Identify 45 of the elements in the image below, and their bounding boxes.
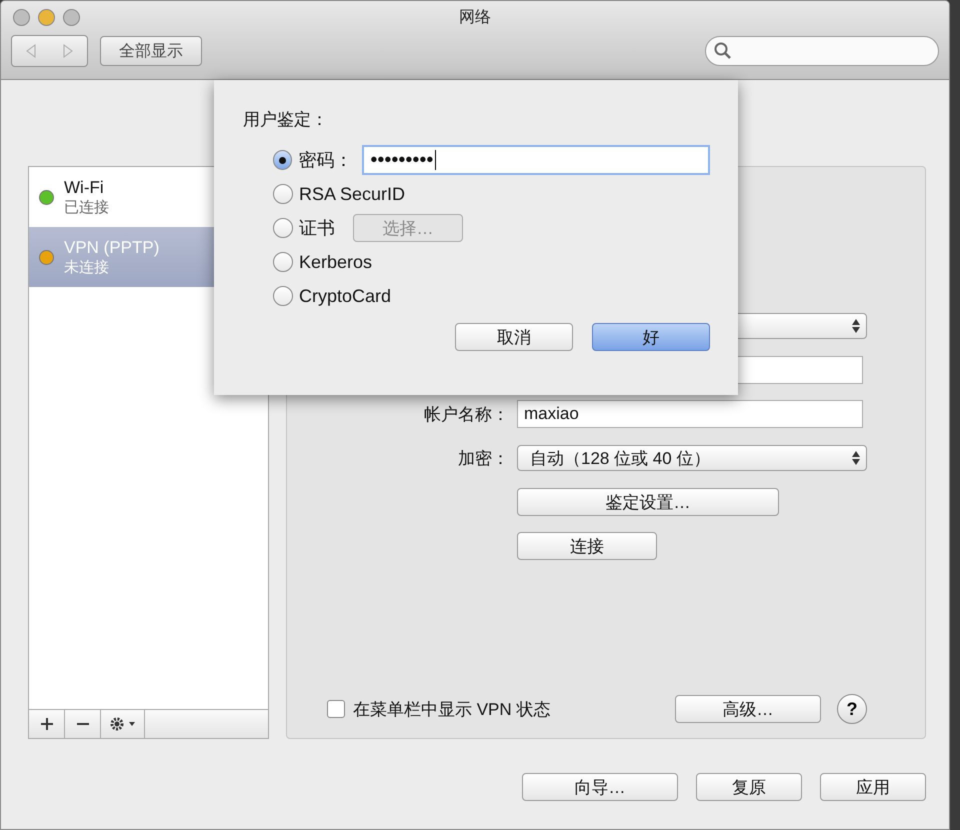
option-label: CryptoCard (299, 286, 392, 306)
up-down-arrows-icon (852, 451, 860, 465)
back-forward-control[interactable] (11, 35, 88, 67)
service-name: Wi-Fi (64, 178, 105, 198)
back-icon[interactable] (26, 44, 36, 58)
radio-button[interactable] (273, 218, 293, 238)
footer-button[interactable]: 应用 (820, 773, 926, 801)
cancel-button[interactable]: 取消 (455, 323, 573, 351)
checkbox[interactable] (327, 700, 345, 718)
forward-icon[interactable] (63, 44, 74, 58)
radio-button[interactable] (273, 286, 293, 306)
radio-button[interactable] (273, 252, 293, 272)
radio-button[interactable] (273, 184, 293, 204)
ok-button[interactable]: 好 (592, 323, 710, 351)
field-label: 加密： (457, 448, 509, 470)
window-title: 网络 (459, 8, 491, 28)
account-field[interactable]: maxiao (517, 400, 863, 428)
service-name: VPN (PPTP) (64, 238, 160, 258)
minimize-button[interactable] (38, 8, 55, 26)
help-button[interactable]: ? (837, 694, 867, 724)
radio-button[interactable] (273, 150, 292, 170)
search-icon (714, 42, 732, 60)
password-field[interactable]: ••••••••• (362, 145, 710, 175)
advanced-button[interactable]: 高级… (675, 695, 821, 723)
option-label: Kerberos (299, 252, 372, 272)
footer-button[interactable]: 复原 (696, 773, 802, 801)
connect-button[interactable]: 连接 (517, 532, 657, 560)
up-down-arrows-icon (852, 319, 860, 333)
footer-button[interactable]: 向导… (522, 773, 678, 801)
option-label: 证书 (299, 217, 335, 240)
checkbox-label: 在菜单栏中显示 VPN 状态 (353, 698, 550, 720)
zoom-button[interactable] (63, 8, 80, 26)
show-all-button[interactable]: 全部显示 (100, 36, 202, 66)
option-label: RSA SecurID (299, 184, 406, 204)
sheet-title: 用户鉴定： (243, 109, 328, 131)
auth-settings-button[interactable]: 鉴定设置… (517, 488, 779, 516)
search-field[interactable] (705, 36, 939, 66)
plus-icon (40, 718, 52, 730)
option-label: 密码： (298, 149, 352, 172)
service-status: 未连接 (64, 258, 110, 276)
gear-icon (108, 716, 136, 732)
service-status: 已连接 (64, 198, 109, 216)
encryption-popup[interactable]: 自动（128 位或 40 位） (517, 445, 867, 471)
close-button[interactable] (13, 8, 30, 26)
field-label: 帐户名称： (423, 404, 509, 426)
